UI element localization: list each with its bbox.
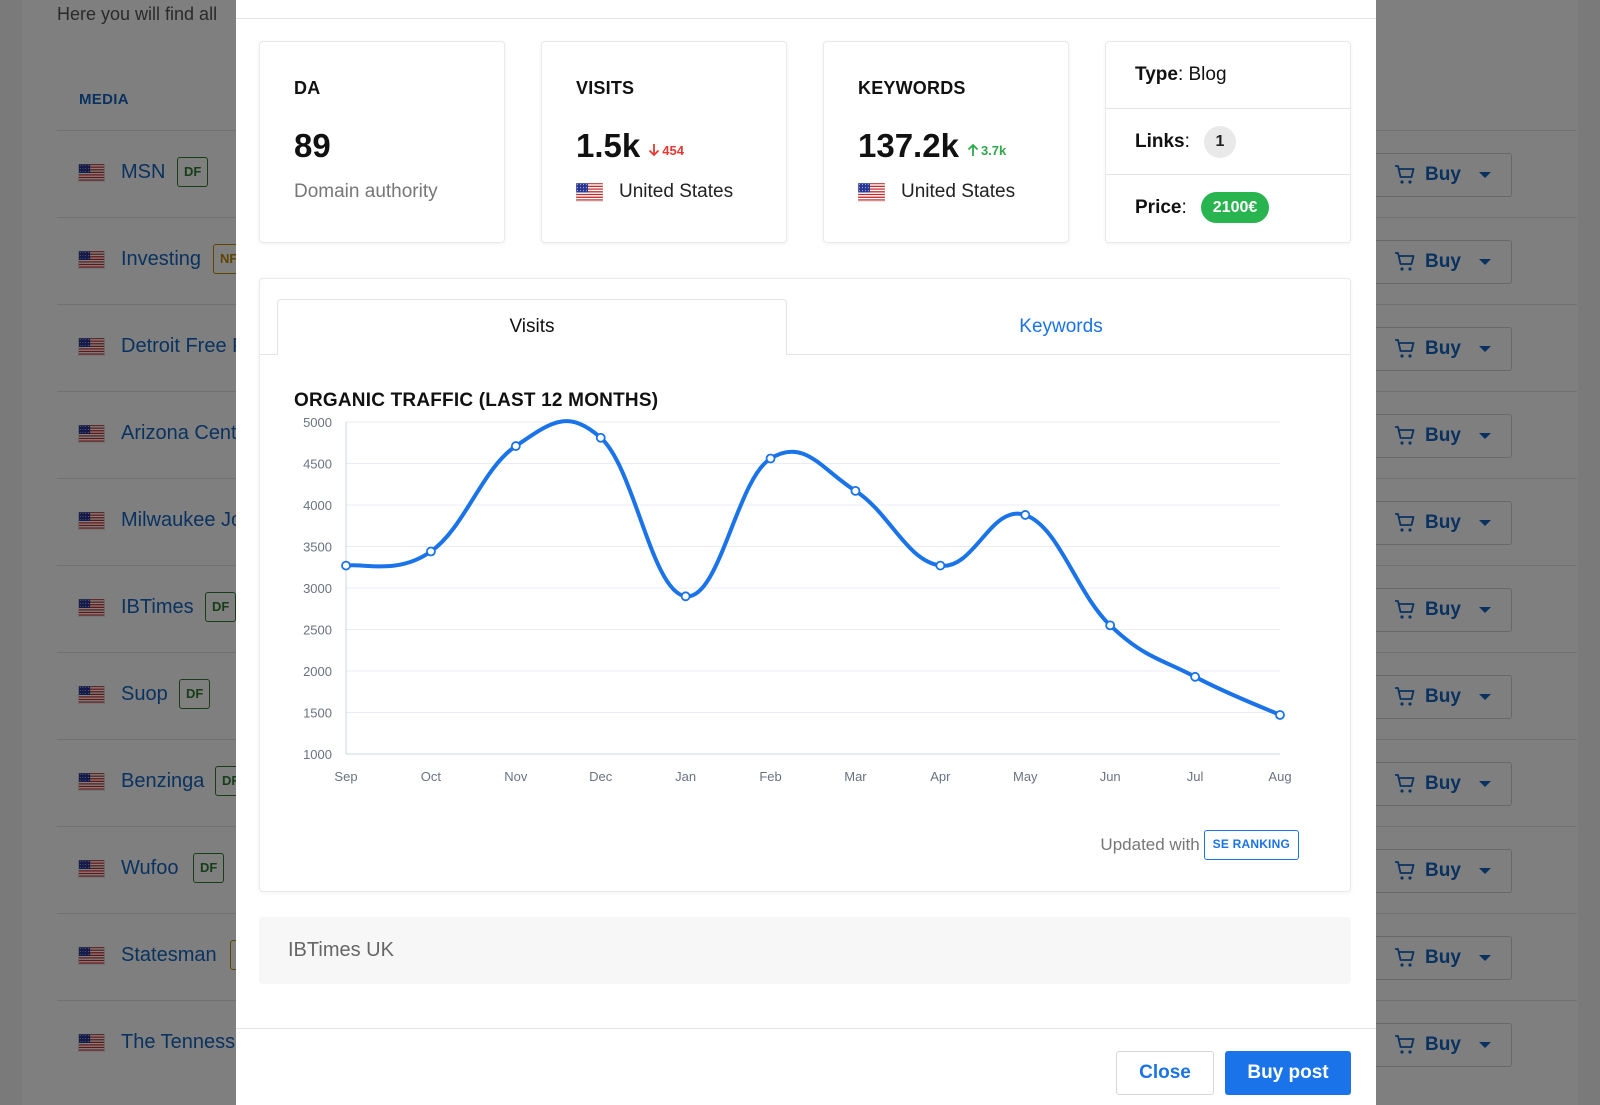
data-point[interactable] <box>680 591 691 602</box>
y-tick-label: 2500 <box>303 623 332 638</box>
keywords-value: 137.2k <box>858 127 959 164</box>
organic-traffic-chart: 1000 1500 2000 2500 3000 3500 4000 4500 5000 Sep O… <box>303 415 1291 784</box>
y-tick-label: 3500 <box>303 540 332 555</box>
links-row: Links: 1 <box>1106 108 1350 174</box>
media-detail-modal: DA 89 Domain authority VISITS 1.5k 454 U… <box>236 0 1376 1105</box>
data-point[interactable] <box>850 485 861 496</box>
da-value: 89 <box>294 127 331 164</box>
da-label: DA <box>294 78 321 98</box>
y-tick-label: 2000 <box>303 664 332 679</box>
info-card: Type: Blog Links: 1 Price: 2100€ <box>1105 41 1351 243</box>
arrow-up-icon <box>967 143 979 156</box>
type-value: Blog <box>1188 64 1227 85</box>
modal-header-divider <box>236 18 1376 19</box>
price-row: Price: 2100€ <box>1106 174 1350 240</box>
keywords-delta: 3.7k <box>967 143 1006 158</box>
visits-country: United States <box>576 181 733 203</box>
x-tick-label: Oct <box>421 769 442 784</box>
y-tick-label: 4000 <box>303 498 332 513</box>
x-tick-label: Jul <box>1187 769 1204 784</box>
tab-keywords[interactable]: Keywords <box>787 299 1335 355</box>
data-point[interactable] <box>426 546 436 557</box>
updated-text: Updated with <box>1100 835 1200 854</box>
updated-with: Updated with SE RANKING <box>1100 830 1299 860</box>
x-tick-label: Jan <box>675 769 696 784</box>
y-tick-label: 1500 <box>303 706 332 721</box>
media-description: IBTimes UK <box>259 917 1351 984</box>
da-value-wrap: 89 <box>294 127 331 165</box>
y-tick-label: 4500 <box>303 457 332 472</box>
x-tick-label: Mar <box>844 769 867 784</box>
visits-label: VISITS <box>576 78 635 98</box>
data-point[interactable] <box>765 453 776 464</box>
visits-delta: 454 <box>648 143 684 158</box>
tab-visits[interactable]: Visits <box>277 299 787 355</box>
buy-post-button[interactable]: Buy post <box>1225 1051 1351 1095</box>
links-colon: : <box>1184 130 1190 152</box>
links-label: Links <box>1135 130 1185 152</box>
x-tick-label: Dec <box>589 769 613 784</box>
links-count-badge: 1 <box>1203 125 1236 158</box>
visits-country-name: United States <box>619 181 734 202</box>
y-tick-label: 5000 <box>303 415 332 430</box>
modal-footer-divider <box>236 1028 1376 1029</box>
visits-value-wrap: 1.5k 454 <box>576 127 684 165</box>
y-tick-label: 3000 <box>303 581 332 596</box>
keywords-label: KEYWORDS <box>858 78 966 98</box>
data-point[interactable] <box>1275 710 1285 720</box>
x-tick-label: Feb <box>759 769 781 784</box>
x-tick-label: Nov <box>504 769 528 784</box>
data-point[interactable] <box>1020 510 1031 520</box>
price-colon: : <box>1181 196 1187 218</box>
x-tick-label: Jun <box>1100 769 1121 784</box>
type-row: Type: Blog <box>1106 42 1350 108</box>
visits-value: 1.5k <box>576 127 641 164</box>
us-flag-icon <box>858 182 885 202</box>
data-point[interactable] <box>1190 671 1200 682</box>
us-flag-icon <box>576 182 603 202</box>
data-point[interactable] <box>595 432 606 443</box>
x-tick-label: Aug <box>1268 769 1291 784</box>
type-label: Type <box>1135 64 1178 85</box>
data-point[interactable] <box>935 560 946 571</box>
keywords-country: United States <box>858 181 1015 203</box>
data-point[interactable] <box>341 560 351 571</box>
price-badge: 2100€ <box>1200 192 1270 223</box>
data-point[interactable] <box>1105 620 1116 631</box>
keywords-delta-value: 3.7k <box>980 142 1007 158</box>
keywords-value-wrap: 137.2k 3.7k <box>858 127 1006 165</box>
chart-panel: Visits Keywords ORGANIC TRAFFIC (LAST 12… <box>259 278 1351 892</box>
x-tick-label: Apr <box>930 769 951 784</box>
arrow-down-icon <box>649 144 660 157</box>
da-subtitle: Domain authority <box>294 181 438 202</box>
type-colon: : <box>1177 64 1189 85</box>
da-card: DA 89 Domain authority <box>259 41 505 243</box>
visits-card: VISITS 1.5k 454 United States <box>541 41 787 243</box>
visits-delta-value: 454 <box>662 142 684 158</box>
x-tick-label: Sep <box>334 769 357 784</box>
price-label: Price <box>1135 196 1182 218</box>
se-ranking-badge[interactable]: SE RANKING <box>1203 830 1299 860</box>
keywords-country-name: United States <box>901 181 1016 202</box>
x-tick-label: May <box>1013 769 1038 784</box>
close-button[interactable]: Close <box>1116 1051 1214 1095</box>
y-tick-label: 1000 <box>303 747 332 762</box>
data-point[interactable] <box>510 441 521 451</box>
keywords-card: KEYWORDS 137.2k 3.7k United States <box>823 41 1069 243</box>
